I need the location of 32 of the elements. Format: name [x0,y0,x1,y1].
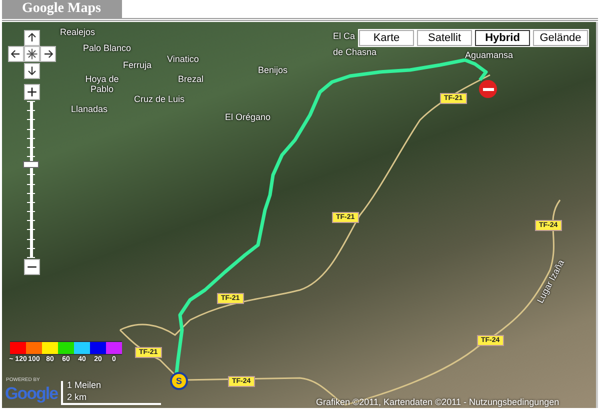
map-type-tab[interactable]: Karte [359,30,414,46]
place-label: Llanadas [71,104,108,114]
map-type-tab[interactable]: Satellit [417,30,472,46]
scale-label: 2 km [67,392,87,402]
zoom-slider[interactable] [23,101,39,258]
place-label: Hoya de Pablo [84,74,120,94]
zoom-in-icon[interactable] [24,84,40,100]
arrow-up-icon[interactable] [24,30,40,46]
place-label: de Chasna [333,47,377,57]
place-label: Vinatico [167,54,199,64]
slider-thumb[interactable] [23,161,39,168]
copyright-text: Grafiken ©2011, Kartendaten ©2011 - [316,397,468,407]
zoom-out-icon[interactable] [24,259,40,275]
place-label: Realejos [60,27,96,37]
page-title: Google Maps [2,0,122,18]
place-label: Aguamansa [465,50,514,60]
arrow-down-icon[interactable] [24,63,40,79]
google-logo: Google [5,384,58,404]
place-label: El Orégano [225,112,271,122]
terms-link[interactable]: Nutzungsbedingungen [469,397,560,407]
arrow-left-icon[interactable] [8,46,24,62]
center-icon[interactable] [24,46,40,62]
arrow-right-icon[interactable] [40,46,56,62]
place-label: Palo Blanco [83,43,132,53]
map-type-tab[interactable]: Gelände [533,30,588,46]
place-label: Brezal [178,74,204,84]
place-label: Benijos [258,65,288,75]
map-type-tab[interactable]: Hybrid [475,30,530,46]
place-label: Ferruja [123,60,152,70]
scale-label: 1 Meilen [67,380,102,390]
place-label: Cruz de Luis [134,94,185,104]
place-label: El Ca [333,31,356,41]
